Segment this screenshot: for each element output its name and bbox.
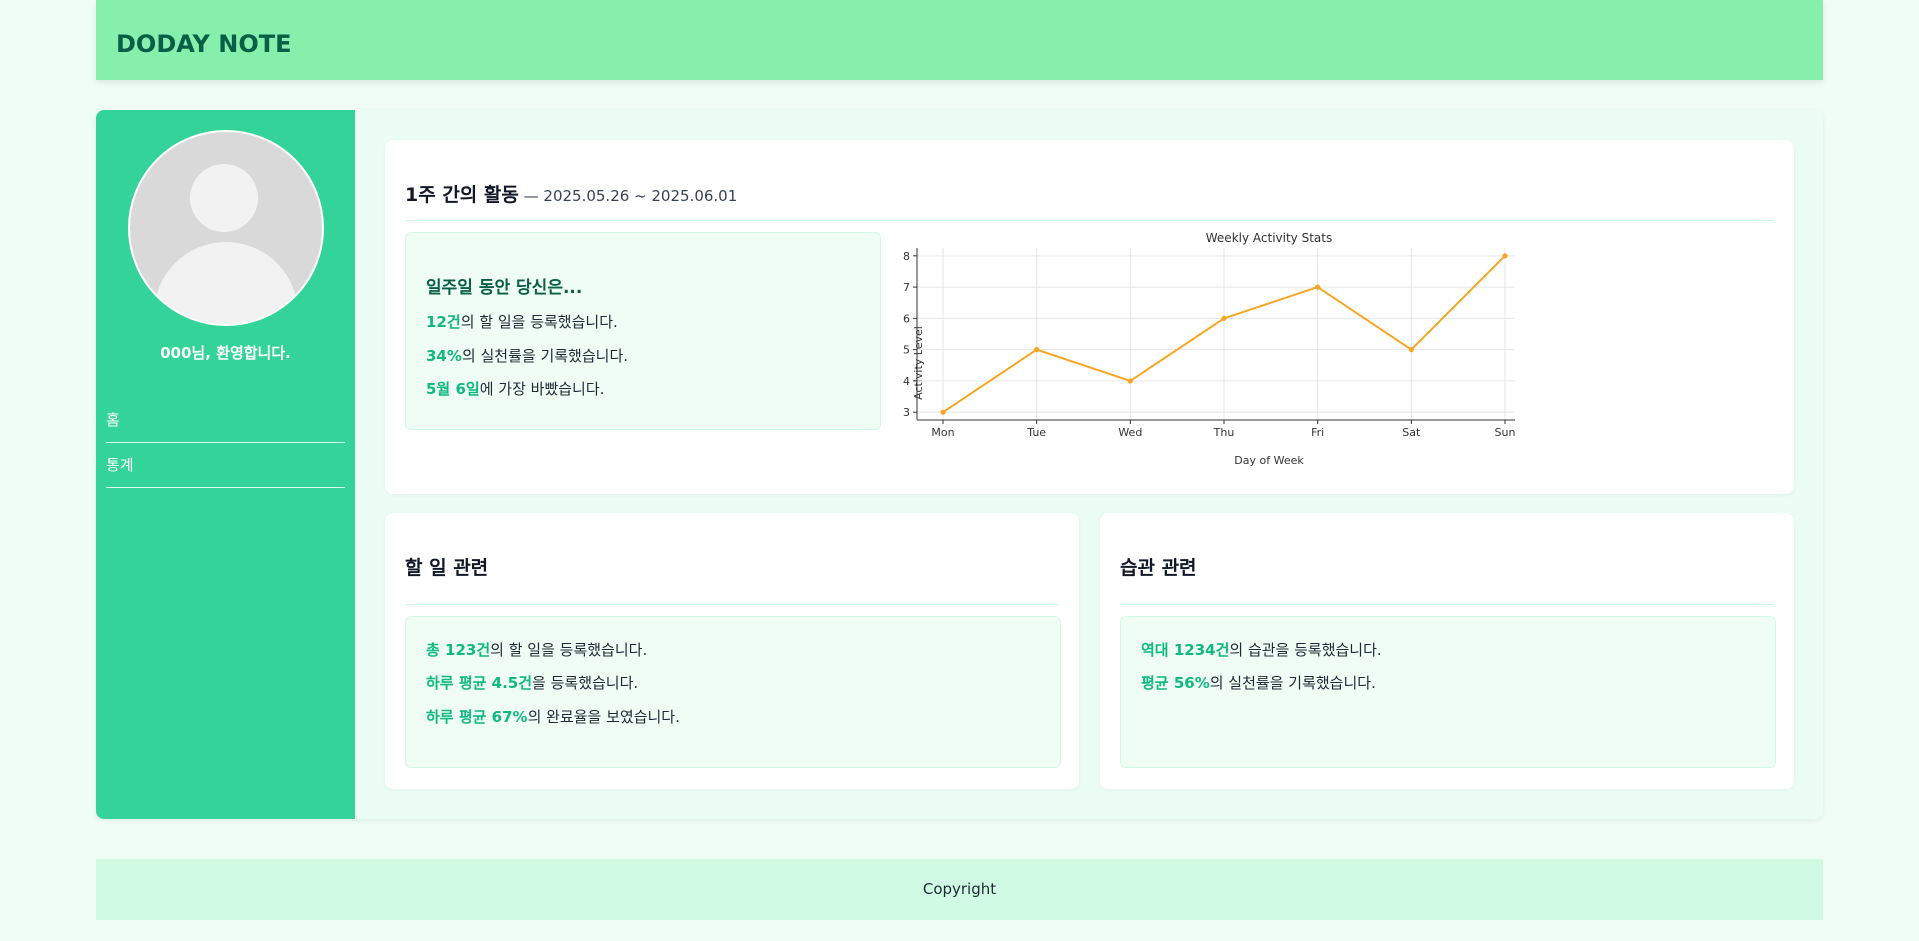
chart-data-point [1127,378,1133,384]
weekly-date-range: — 2025.05.26 ~ 2025.06.01 [518,187,738,205]
main-layout: 000님, 환영합니다. 홈 통계 1주 간의 활동 — 2025.05.26 … [96,110,1823,819]
chart-grid [917,248,1515,420]
habit-line: 평균 56%의 실천률을 기록했습니다. [1141,672,1376,693]
habit-title: 습관 관련 [1120,557,1197,579]
habit-highlight: 역대 1234건 [1141,641,1230,659]
habit-stats-box: 역대 1234건의 습관을 등록했습니다. 평균 56%의 실천률을 기록했습니… [1120,616,1776,768]
summary-text: 의 할 일을 등록했습니다. [460,313,618,331]
summary-line: 5월 6일에 가장 바빴습니다. [426,378,604,399]
todo-line: 하루 평균 4.5건을 등록했습니다. [426,672,638,693]
weekly-summary-box: 일주일 동안 당신은... 12건의 할 일을 등록했습니다. 34%의 실천률… [405,232,881,430]
header: DODAY NOTE [96,0,1823,80]
habit-text: 의 실천률을 기록했습니다. [1209,674,1376,692]
summary-highlight: 12건 [426,313,461,331]
x-tick-label: Tue [1026,426,1046,439]
chart-data-point [1034,347,1040,353]
sidebar-item-stats[interactable]: 통계 [106,443,345,488]
weekly-title-text: 1주 간의 활동 [405,184,519,206]
todo-title: 할 일 관련 [405,557,489,579]
y-tick-label: 4 [903,375,910,388]
summary-text: 에 가장 바빴습니다. [479,380,605,398]
summary-line: 34%의 실천률을 기록했습니다. [426,345,628,366]
x-tick-label: Sun [1495,426,1515,439]
avatar-body-icon [154,242,298,324]
y-tick-label: 8 [903,250,910,263]
habit-highlight: 평균 56% [1141,674,1210,692]
divider [1120,604,1774,605]
chart-y-axis-label: Activity Level [912,326,925,400]
x-tick-label: Thu [1213,426,1235,439]
x-tick-label: Sat [1402,426,1421,439]
summary-highlight: 5월 6일 [426,380,480,398]
copyright-text: Copyright [922,880,997,898]
chart-data-point [1315,284,1321,290]
x-tick-label: Mon [931,426,954,439]
sidebar-item-home[interactable]: 홈 [106,398,345,443]
y-tick-label: 6 [903,312,910,325]
summary-line: 12건의 할 일을 등록했습니다. [426,311,618,332]
weekly-activity-chart: Weekly Activity Stats Day of Week Activi… [903,231,1515,467]
divider [405,604,1059,605]
y-tick-label: 7 [903,281,910,294]
chart-title: Weekly Activity Stats [1206,231,1332,245]
sidebar-nav: 홈 통계 [106,398,345,488]
footer: Copyright [96,859,1823,920]
habit-text: 의 습관을 등록했습니다. [1229,641,1382,659]
y-tick-label: 5 [903,344,910,357]
todo-highlight: 총 123건 [426,641,491,659]
chart-data-point [1221,315,1227,321]
habit-card: 습관 관련 역대 1234건의 습관을 등록했습니다. 평균 56%의 실천률을… [1100,513,1794,789]
todo-stats-box: 총 123건의 할 일을 등록했습니다. 하루 평균 4.5건을 등록했습니다.… [405,616,1061,768]
weekly-activity-card: 1주 간의 활동 — 2025.05.26 ~ 2025.06.01 일주일 동… [385,140,1794,494]
x-tick-label: Fri [1311,426,1324,439]
summary-highlight: 34% [426,347,462,365]
chart-data-point [1502,253,1508,259]
todo-text: 을 등록했습니다. [532,674,639,692]
todo-line: 총 123건의 할 일을 등록했습니다. [426,639,647,660]
x-tick-label: Wed [1118,426,1142,439]
chart-data-point [1408,347,1414,353]
todo-text: 의 완료율을 보였습니다. [527,708,680,726]
todo-card: 할 일 관련 총 123건의 할 일을 등록했습니다. 하루 평균 4.5건을 … [385,513,1079,789]
chart-ticks: Mon Tue Wed Thu Fri Sat Sun 3 4 5 6 7 8 [903,250,1515,439]
todo-highlight: 하루 평균 67% [426,708,528,726]
chart-axes [916,248,1515,421]
todo-text: 의 할 일을 등록했습니다. [490,641,648,659]
avatar [128,130,324,326]
todo-highlight: 하루 평균 4.5건 [426,674,533,692]
chart-x-axis-label: Day of Week [1234,454,1304,467]
brand-logo[interactable]: DODAY NOTE [116,30,292,58]
welcome-text: 000님, 환영합니다. [160,344,291,362]
chart-data-point [940,409,946,415]
divider [405,220,1774,221]
weekly-title: 1주 간의 활동 — 2025.05.26 ~ 2025.06.01 [405,180,737,207]
habit-line: 역대 1234건의 습관을 등록했습니다. [1141,639,1382,660]
sidebar: 000님, 환영합니다. 홈 통계 [96,110,355,819]
summary-text: 의 실천률을 기록했습니다. [461,347,629,365]
summary-title: 일주일 동안 당신은... [426,278,583,298]
avatar-head-icon [190,164,258,232]
y-tick-label: 3 [903,406,910,419]
todo-line: 하루 평균 67%의 완료율을 보였습니다. [426,706,680,727]
